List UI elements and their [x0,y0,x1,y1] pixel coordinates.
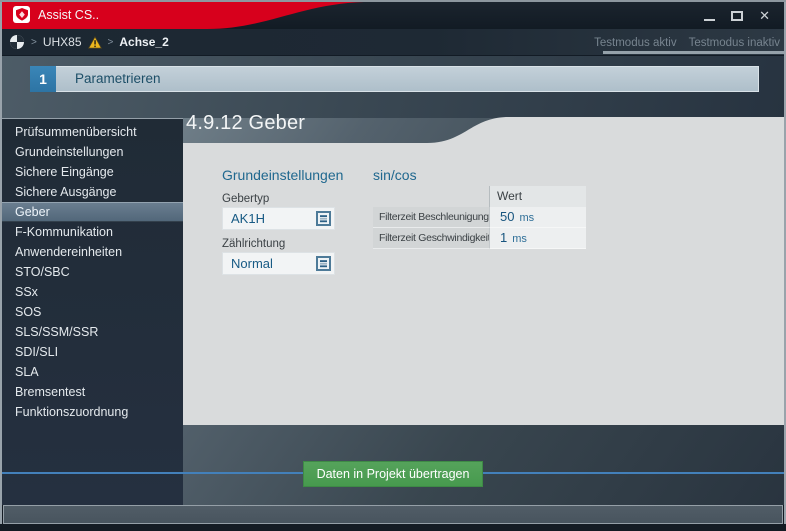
page-title: 4.9.12 Geber [186,112,306,134]
zaehlrichtung-label: Zählrichtung [222,238,286,250]
app-logo-icon [13,6,30,23]
testmode-buttons: Testmodus aktiv Testmodus inaktiv [594,37,780,49]
step-label: Parametrieren [56,66,759,92]
table-header-spacer [373,186,489,207]
table-row-filterzeit-beschleunigung: Filterzeit Beschleunigung 50 ms [373,207,586,228]
chevron-right-icon: > [107,36,114,48]
value-text: 1 [500,230,508,245]
maximize-icon[interactable] [731,11,744,21]
section-title-grundeinstellungen: Grundeinstellungen [222,167,344,183]
sidebar-item-sichere-ausgaenge[interactable]: Sichere Ausgänge [2,182,183,202]
transfer-to-project-button[interactable]: Daten in Projekt übertragen [303,461,483,487]
table-row-label: Filterzeit Beschleunigung [373,207,489,228]
sidebar: Prüfsummenübersicht Grundeinstellungen S… [2,118,183,505]
close-icon[interactable]: ✕ [759,9,770,22]
breadcrumb-bar: > UHX85 > Achse_2 Testmodus aktiv Testmo… [2,29,784,56]
warning-icon [87,35,102,49]
title-bar[interactable]: Assist CS.. ✕ [2,2,784,29]
testmode-underline [603,51,784,54]
sidebar-item-geber[interactable]: Geber [2,202,183,222]
window-frame-left [0,2,2,524]
step-bar-parametrieren[interactable]: 1 Parametrieren [30,66,759,92]
testmode-active-button[interactable]: Testmodus aktiv [594,37,676,49]
window-controls: ✕ [704,9,770,22]
step-number: 1 [30,66,56,92]
sidebar-item-ssx[interactable]: SSx [2,282,183,302]
window-frame-top [0,0,786,2]
sidebar-item-sls-ssm-ssr[interactable]: SLS/SSM/SSR [2,322,183,342]
device-icon [10,35,24,49]
zaehlrichtung-dropdown[interactable]: Normal [222,252,335,275]
sidebar-item-sto-sbc[interactable]: STO/SBC [2,262,183,282]
sidebar-menu: Prüfsummenübersicht Grundeinstellungen S… [2,122,183,422]
table-row-label: Filterzeit Geschwindigkeit [373,228,489,249]
sidebar-item-sla[interactable]: SLA [2,362,183,382]
sidebar-item-pruefsummenuebersicht[interactable]: Prüfsummenübersicht [2,122,183,142]
sincos-table: Wert Filterzeit Beschleunigung 50 ms Filt… [373,186,586,249]
chevron-right-icon: > [31,36,37,48]
section-title-sincos: sin/cos [373,167,417,183]
sidebar-item-bremsentest[interactable]: Bremsentest [2,382,183,402]
sidebar-item-sos[interactable]: SOS [2,302,183,322]
sidebar-item-sichere-eingaenge[interactable]: Sichere Eingänge [2,162,183,182]
sidebar-item-funktionszuordnung[interactable]: Funktionszuordnung [2,402,183,422]
step-band: 1 Parametrieren [2,56,784,118]
table-header-wert: Wert [489,186,586,207]
sidebar-item-anwendereinheiten[interactable]: Anwendereinheiten [2,242,183,262]
geber-panel: Grundeinstellungen sin/cos Gebertyp AK1H… [183,143,784,425]
minimize-icon[interactable] [704,19,716,21]
filterzeit-geschwindigkeit-field[interactable]: 1 ms [489,228,586,249]
breadcrumb: > UHX85 > Achse_2 [9,29,169,55]
breadcrumb-axis[interactable]: Achse_2 [119,35,168,49]
gebertyp-dropdown[interactable]: AK1H [222,207,335,230]
gebertyp-label: Gebertyp [222,193,270,205]
list-icon [316,256,331,271]
sidebar-item-grundeinstellungen[interactable]: Grundeinstellungen [2,142,183,162]
filterzeit-beschleunigung-field[interactable]: 50 ms [489,207,586,228]
unit-text: ms [512,233,527,245]
table-row-filterzeit-geschwindigkeit: Filterzeit Geschwindigkeit 1 ms [373,228,586,249]
value-text: 50 [500,209,515,224]
testmode-inactive-button[interactable]: Testmodus inaktiv [689,37,780,49]
sidebar-item-sdi-sli[interactable]: SDI/SLI [2,342,183,362]
status-bar [3,505,783,524]
sidebar-item-f-kommunikation[interactable]: F-Kommunikation [2,222,183,242]
breadcrumb-device[interactable]: UHX85 [43,35,82,49]
unit-text: ms [519,212,535,224]
list-icon [316,211,331,226]
gebertyp-value: AK1H [231,211,265,226]
zaehlrichtung-value: Normal [231,256,273,271]
app-window: Assist CS.. ✕ > UHX85 > Achse_2 Testmodu… [0,0,786,531]
app-title: Assist CS.. [38,8,100,22]
table-header-row: Wert [373,186,586,207]
